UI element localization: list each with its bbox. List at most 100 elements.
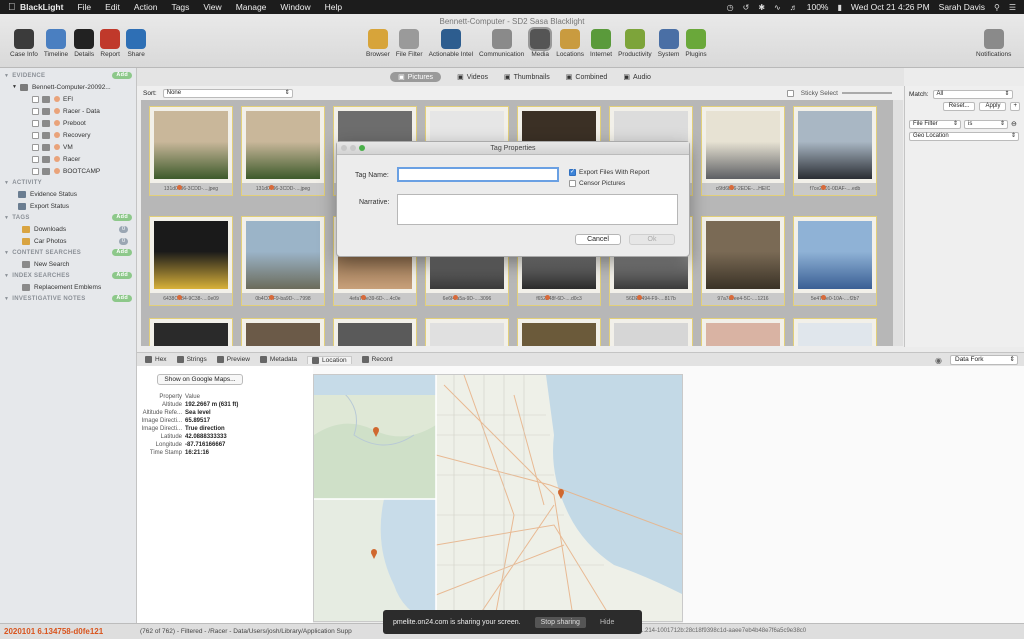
ok-button[interactable]: Ok (629, 234, 675, 245)
censor-pictures-checkbox[interactable]: Censor Pictures (569, 180, 625, 187)
tab-combined[interactable]: ▣ Combined (566, 73, 608, 82)
zoom-window-icon[interactable] (359, 145, 365, 151)
thumbnail-item[interactable]: c6fd6bb6-2EDE-....HEIC (701, 106, 785, 196)
thumbnail-item[interactable]: 6438C4B4-9C38-....0e09 (149, 216, 233, 306)
thumbnail-image[interactable] (242, 107, 324, 183)
thumbnail-image[interactable] (426, 319, 508, 346)
tag-item[interactable]: Downloads 0 (0, 223, 136, 235)
thumbnail-image[interactable] (518, 319, 600, 346)
menu-file[interactable]: File (77, 2, 91, 12)
geo-location-select[interactable]: Geo Location ⇕ (909, 131, 1019, 141)
thumbnail-item[interactable]: 131d0496-3CDD-....jpeg (241, 106, 325, 196)
tab-strings[interactable]: Strings (176, 356, 207, 363)
toolbar-file-filter-button[interactable]: File Filter (396, 29, 423, 58)
apply-button[interactable]: Apply (979, 101, 1007, 111)
hide-banner-button[interactable]: Hide (600, 619, 614, 626)
censor-checkbox-box[interactable] (569, 180, 576, 187)
battery-percent[interactable]: 100% (807, 2, 829, 12)
add-content-search-button[interactable]: Add (112, 249, 132, 256)
thumbnail-image[interactable] (702, 319, 784, 346)
content-search-item[interactable]: New Search (0, 258, 136, 270)
match-select[interactable]: All ⇕ (932, 89, 1013, 99)
tab-thumbnails[interactable]: ▣ Thumbnails (504, 73, 550, 82)
add-index-search-button[interactable]: Add (112, 272, 132, 279)
thumbnail-image[interactable] (794, 319, 876, 346)
property-row[interactable]: Latitude 42.0888333333 (137, 433, 313, 441)
evidence-item[interactable]: Racer (0, 153, 136, 165)
disclosure-icon[interactable]: ▼ (12, 84, 17, 90)
toolbar-report-button[interactable]: Report (100, 29, 121, 58)
thumbnail-image[interactable] (242, 319, 324, 346)
apple-icon[interactable]:  (8, 2, 20, 13)
location-map[interactable] (313, 374, 683, 622)
evidence-checkbox[interactable] (32, 107, 39, 115)
property-row[interactable]: Altitude 192.2667 m (631 ft) (137, 401, 313, 409)
tab-pictures[interactable]: ▣ Pictures (390, 72, 442, 82)
thumbnail-item[interactable]: 97a7c5ee4-5C-....1216 (701, 216, 785, 306)
thumbnail-item[interactable] (517, 318, 601, 346)
tab-hex[interactable]: Hex (145, 356, 167, 363)
file-filter-select[interactable]: File Filter ⇕ (909, 119, 961, 129)
toolbar-communication-button[interactable]: Communication (479, 29, 524, 58)
export-checkbox-box[interactable]: ✓ (569, 169, 576, 176)
toolbar-locations-button[interactable]: Locations (556, 29, 584, 58)
thumbnail-image[interactable] (794, 107, 876, 183)
thumbnail-item[interactable] (609, 318, 693, 346)
evidence-checkbox[interactable] (32, 119, 39, 127)
property-row[interactable]: Image Directi... True direction (137, 425, 313, 433)
bluetooth-icon[interactable]: ✱ (758, 3, 765, 12)
tab-record[interactable]: Record (361, 356, 393, 363)
thumbnail-image[interactable] (794, 217, 876, 293)
show-google-maps-button[interactable]: Show on Google Maps... (157, 374, 243, 385)
cancel-button[interactable]: Cancel (575, 234, 621, 245)
sort-select[interactable]: None ⇕ (162, 88, 293, 98)
timemachine-icon[interactable]: ↺ (743, 3, 750, 12)
thumbnail-image[interactable] (242, 217, 324, 293)
toolbar-share-button[interactable]: Share (126, 29, 147, 58)
export-files-checkbox[interactable]: ✓ Export Files With Report (569, 169, 649, 176)
evidence-item[interactable]: Racer - Data (0, 105, 136, 117)
thumbnail-image[interactable] (334, 319, 416, 346)
thumbnail-image[interactable] (150, 217, 232, 293)
toolbar-internet-button[interactable]: Internet (590, 29, 612, 58)
evidence-checkbox[interactable] (32, 167, 39, 175)
evidence-checkbox[interactable] (32, 155, 39, 163)
evidence-item[interactable]: Preboot (0, 117, 136, 129)
thumbnail-image[interactable] (150, 319, 232, 346)
toolbar-notifications-button[interactable]: Notifications (976, 29, 1011, 58)
property-row[interactable]: Longitude -87.716166667 (137, 441, 313, 449)
tab-videos[interactable]: ▣ Videos (457, 73, 488, 82)
investigative-notes-section[interactable]: ▼ INVESTIGATIVE NOTES Add (0, 293, 136, 304)
thumbnail-item[interactable] (701, 318, 785, 346)
menu-manage[interactable]: Manage (236, 2, 267, 12)
tag-item[interactable]: Car Photos 0 (0, 235, 136, 247)
add-tag-button[interactable]: Add (112, 214, 132, 221)
tags-section[interactable]: ▼ TAGS Add (0, 212, 136, 223)
evidence-item[interactable]: EFI (0, 93, 136, 105)
thumbnail-image[interactable] (150, 107, 232, 183)
add-note-button[interactable]: Add (112, 295, 132, 302)
thumbnail-item[interactable]: 0b4C07F9-ba9D-....7998 (241, 216, 325, 306)
activity-item[interactable]: Evidence Status (0, 188, 136, 200)
narrative-textarea[interactable] (397, 194, 678, 225)
remove-filter-icon[interactable]: ⊖ (1011, 120, 1017, 128)
thumbnail-item[interactable] (241, 318, 325, 346)
property-row[interactable]: Image Directi... 65.89517 (137, 417, 313, 425)
activity-section[interactable]: ▼ ACTIVITY (0, 177, 136, 188)
wifi-icon[interactable]: ∿ (774, 3, 781, 12)
eye-icon[interactable]: ◉ (935, 356, 942, 365)
toolbar-system-button[interactable]: System (658, 29, 679, 58)
thumbnail-item[interactable] (149, 318, 233, 346)
evidence-checkbox[interactable] (32, 95, 39, 103)
toolbar-details-button[interactable]: Details (74, 29, 95, 58)
tag-name-input[interactable] (397, 167, 559, 182)
toolbar-actionable-intel-button[interactable]: Actionable Intel (429, 29, 473, 58)
add-filter-button[interactable]: + (1010, 101, 1020, 111)
menu-blacklight[interactable]: BlackLight (20, 2, 63, 12)
thumbnail-size-slider[interactable] (842, 92, 892, 94)
close-window-icon[interactable] (341, 145, 347, 151)
data-fork-select[interactable]: Data Fork ⇕ (950, 355, 1018, 365)
tab-audio[interactable]: ▣ Audio (623, 73, 651, 82)
toolbar-case-info-button[interactable]: Case Info (10, 29, 38, 58)
tab-location[interactable]: Location (307, 355, 352, 364)
